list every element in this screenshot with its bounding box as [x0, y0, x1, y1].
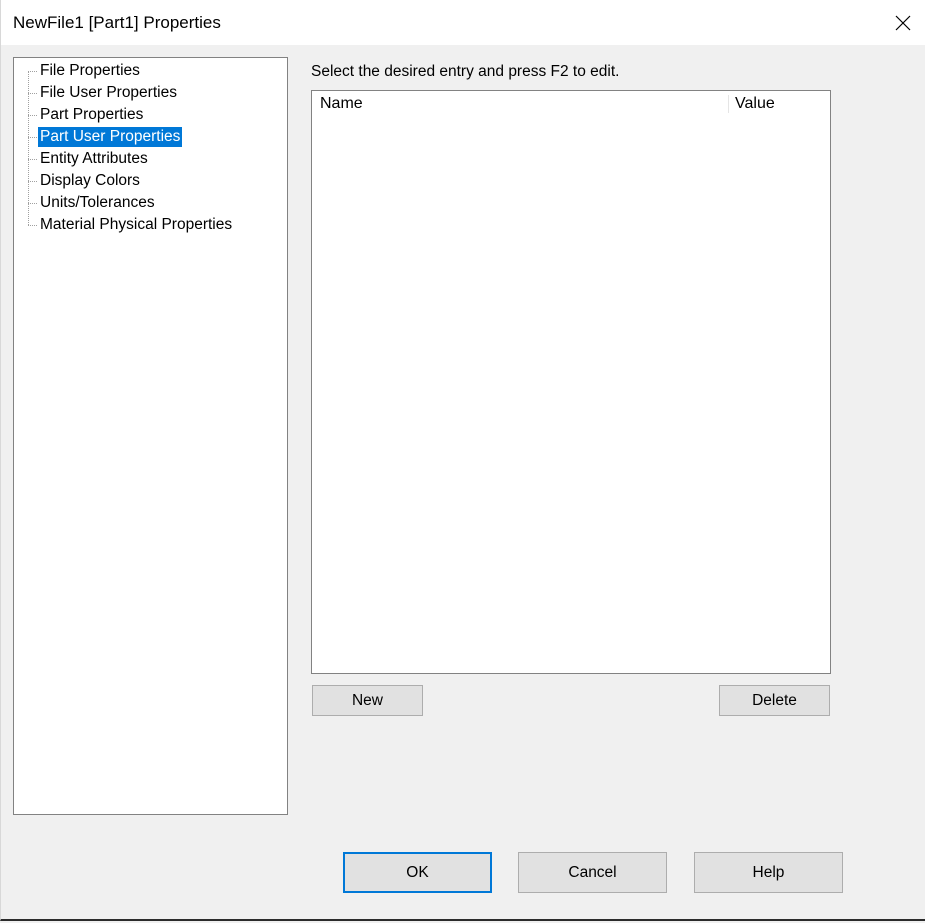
properties-dialog: NewFile1 [Part1] Properties File Propert…: [0, 0, 925, 921]
tree-item-label[interactable]: Entity Attributes: [38, 149, 150, 169]
tree-item-label[interactable]: Display Colors: [38, 171, 142, 191]
tree-item-label[interactable]: File User Properties: [38, 83, 179, 103]
tree-item-file-properties[interactable]: File Properties: [28, 60, 283, 82]
close-icon: [895, 15, 911, 30]
tree-item-label[interactable]: Material Physical Properties: [38, 215, 234, 235]
tree-branch-line: [28, 159, 37, 160]
properties-list[interactable]: Name Value: [311, 90, 831, 674]
tree-item-entity-attributes[interactable]: Entity Attributes: [28, 148, 283, 170]
tree-item-part-user-properties[interactable]: Part User Properties: [28, 126, 283, 148]
tree-item-label[interactable]: Part User Properties: [38, 127, 183, 147]
window-title: NewFile1 [Part1] Properties: [13, 13, 221, 32]
new-button[interactable]: New: [312, 685, 423, 716]
tree-branch-line: [28, 93, 37, 94]
tree-branch-line: [28, 203, 37, 204]
tree-item-units-tolerances[interactable]: Units/Tolerances: [28, 192, 283, 214]
tree-branch-line: [28, 71, 37, 72]
column-header-value[interactable]: Value: [735, 91, 825, 117]
column-header-name[interactable]: Name: [320, 91, 728, 117]
tree-branch-line: [28, 115, 37, 116]
help-button[interactable]: Help: [694, 852, 843, 893]
tree-item-label[interactable]: Part Properties: [38, 105, 145, 125]
tree-branch-line: [28, 225, 37, 226]
tree-item-part-properties[interactable]: Part Properties: [28, 104, 283, 126]
category-tree[interactable]: File Properties File User Properties Par…: [13, 57, 288, 815]
tree-item-file-user-properties[interactable]: File User Properties: [28, 82, 283, 104]
ok-button[interactable]: OK: [343, 852, 492, 893]
close-button[interactable]: [880, 0, 925, 45]
tree-branch-line: [28, 181, 37, 182]
tree-branch-line: [28, 137, 37, 138]
cancel-button[interactable]: Cancel: [518, 852, 667, 893]
tree-item-label[interactable]: Units/Tolerances: [38, 193, 157, 213]
tree-item-label[interactable]: File Properties: [38, 61, 142, 81]
tree-item-display-colors[interactable]: Display Colors: [28, 170, 283, 192]
tree-item-material-physical-properties[interactable]: Material Physical Properties: [28, 214, 283, 236]
column-divider[interactable]: [728, 95, 729, 113]
title-bar: NewFile1 [Part1] Properties: [1, 0, 925, 45]
instruction-text: Select the desired entry and press F2 to…: [311, 63, 620, 80]
delete-button[interactable]: Delete: [719, 685, 830, 716]
